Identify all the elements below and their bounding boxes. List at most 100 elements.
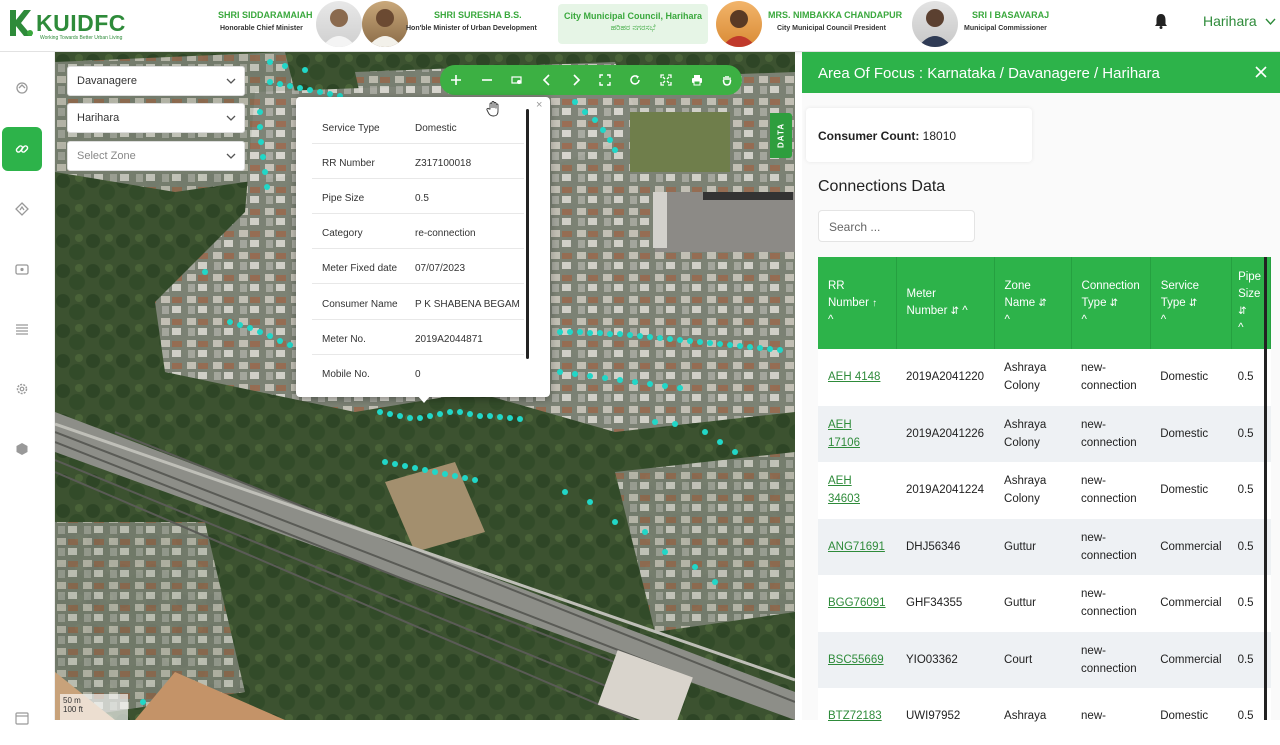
- popup-value: 07/07/2023: [415, 263, 466, 274]
- chevron-up-icon[interactable]: ^: [1161, 314, 1166, 326]
- chevron-up-icon[interactable]: ^: [1005, 314, 1010, 326]
- rr-number-link[interactable]: BGG76091: [828, 597, 886, 609]
- table-row[interactable]: ANG71691 DHJ56346 Guttur new-connection …: [818, 518, 1271, 575]
- cell-rr-number[interactable]: AEH 17106: [818, 405, 896, 462]
- chevron-up-icon[interactable]: ^: [1238, 322, 1243, 334]
- sidebar-item-billing[interactable]: [2, 247, 42, 291]
- fullscreen-icon: [660, 74, 672, 86]
- rr-number-link[interactable]: BTZ72183: [828, 710, 882, 722]
- popup-scrollbar[interactable]: [526, 109, 529, 359]
- kuidfc-logo[interactable]: KUIDFC Working Towards Better Urban Livi…: [6, 4, 136, 46]
- table-row[interactable]: BTZ72183 UWI97952 Ashraya new- Domestic …: [818, 688, 1271, 745]
- cell-service-type: Domestic: [1150, 405, 1232, 462]
- cell-rr-number[interactable]: ANG71691: [818, 518, 896, 575]
- notification-bell-icon[interactable]: [1154, 13, 1168, 29]
- sort-icon[interactable]: ⇵: [1110, 298, 1118, 309]
- rr-number-link[interactable]: ANG71691: [828, 541, 885, 553]
- chevron-up-icon[interactable]: ^: [1082, 314, 1087, 326]
- previous-extent-button[interactable]: [536, 69, 558, 91]
- fullscreen-button[interactable]: [655, 69, 677, 91]
- official-name: SRI I BASAVARAJ: [972, 10, 1050, 20]
- rr-number-link[interactable]: AEH 4148: [828, 371, 880, 383]
- zone-select[interactable]: Select Zone: [67, 141, 245, 171]
- table-scrollbar[interactable]: [1264, 257, 1267, 720]
- sidebar-item-calendar[interactable]: [2, 696, 42, 740]
- cell-service-type: Commercial: [1150, 518, 1232, 575]
- chevron-up-icon[interactable]: ^: [828, 314, 833, 326]
- council-title: City Municipal Council, Harihara: [563, 11, 703, 21]
- popup-close-button[interactable]: ×: [536, 99, 542, 111]
- search-input[interactable]: Search ...: [818, 210, 975, 242]
- logo-tagline: Working Towards Better Urban Living: [40, 35, 123, 41]
- sort-icon[interactable]: ⇵: [1238, 306, 1246, 317]
- rr-number-link[interactable]: AEH 17106: [828, 419, 860, 449]
- district-select[interactable]: Davanagere: [67, 66, 245, 96]
- logo-mark-icon: [10, 10, 33, 36]
- cell-rr-number[interactable]: BSC55669: [818, 631, 896, 688]
- official-role: Honorable Chief Minister: [220, 25, 303, 32]
- column-header-label: Number: [906, 305, 948, 317]
- column-header-service-type[interactable]: Service Type ⇵ ^: [1150, 257, 1233, 349]
- column-header-zone-name[interactable]: Zone Name ⇵ ^: [994, 257, 1072, 349]
- sidebar-item-connections[interactable]: [2, 127, 42, 171]
- cell-connection-type: new-: [1071, 688, 1151, 745]
- city-select[interactable]: Harihara: [67, 103, 245, 133]
- cell-rr-number[interactable]: BTZ72183: [818, 688, 896, 745]
- data-tab[interactable]: DATA: [770, 113, 792, 158]
- table-row[interactable]: AEH 34603 2019A2041224 Ashraya Colony ne…: [818, 462, 1271, 519]
- zoom-in-button[interactable]: [445, 69, 467, 91]
- sort-icon[interactable]: ⇵: [1038, 298, 1046, 309]
- sidebar-item-reports[interactable]: [2, 307, 42, 351]
- sidebar-item-home[interactable]: [2, 66, 42, 110]
- column-header-label: Pipe: [1238, 271, 1262, 283]
- cell-meter-number: UWI97952: [896, 688, 995, 745]
- popup-label: Consumer Name: [322, 299, 398, 310]
- table-row[interactable]: AEH 4148 2019A2041220 Ashraya Colony new…: [818, 349, 1271, 406]
- official-council-president: MRS. NIMBAKKA CHANDAPUR City Municipal C…: [714, 0, 914, 52]
- sidebar-item-directions[interactable]: [2, 187, 42, 231]
- pan-button[interactable]: [716, 69, 738, 91]
- left-sidebar: [0, 52, 55, 725]
- print-button[interactable]: [686, 69, 708, 91]
- popup-value: re-connection: [415, 228, 476, 239]
- sort-icon[interactable]: ⇵: [951, 306, 959, 317]
- sort-icon[interactable]: ↑: [872, 298, 877, 309]
- cell-rr-number[interactable]: AEH 4148: [818, 349, 896, 406]
- column-header-rr-number[interactable]: RR Number ↑ ^: [818, 257, 897, 349]
- table-header-row: RR Number ↑ ^ Meter Number ⇵ ^ Zone Name…: [818, 257, 1272, 349]
- popup-row-rr-number: RR Number Z317100018: [312, 144, 524, 179]
- chevron-up-icon[interactable]: ^: [962, 305, 967, 317]
- zoom-out-button[interactable]: [476, 69, 498, 91]
- table-row[interactable]: AEH 17106 2019A2041226 Ashraya Colony ne…: [818, 405, 1271, 462]
- chevron-right-icon: [573, 74, 581, 86]
- rr-number-link[interactable]: BSC55669: [828, 654, 884, 666]
- table-row[interactable]: BGG76091 GHF34355 Guttur new-connection …: [818, 575, 1271, 632]
- column-header-connection-type[interactable]: Connection Type ⇵ ^: [1071, 257, 1151, 349]
- chevron-left-icon: [542, 74, 550, 86]
- table-row[interactable]: BSC55669 YIO03362 Court new-connection C…: [818, 631, 1271, 688]
- cell-service-type: Domestic: [1150, 462, 1232, 519]
- cell-rr-number[interactable]: BGG76091: [818, 575, 896, 632]
- cell-rr-number[interactable]: AEH 34603: [818, 462, 896, 519]
- official-photo: [912, 1, 958, 47]
- link-icon: [15, 145, 29, 153]
- popup-row-meter-fixed-date: Meter Fixed date 07/07/2023: [312, 249, 524, 284]
- official-chief-minister: SHRI SIDDARAMAIAH Honorable Chief Minist…: [200, 0, 362, 52]
- popup-label: Service Type: [322, 123, 380, 134]
- cell-service-type: Commercial: [1150, 575, 1232, 632]
- column-header-meter-number[interactable]: Meter Number ⇵ ^: [896, 257, 995, 349]
- refresh-button[interactable]: [624, 69, 646, 91]
- full-extent-button[interactable]: [594, 69, 616, 91]
- rr-number-link[interactable]: AEH 34603: [828, 475, 860, 505]
- close-icon[interactable]: [1254, 65, 1268, 79]
- next-extent-button[interactable]: [565, 69, 587, 91]
- zoom-box-button[interactable]: [506, 69, 528, 91]
- sort-icon[interactable]: ⇵: [1189, 298, 1197, 309]
- cell-meter-number: DHJ56346: [896, 518, 995, 575]
- popup-value: 0: [415, 369, 421, 380]
- user-menu[interactable]: Harihara: [1203, 13, 1276, 29]
- sidebar-item-settings[interactable]: [2, 367, 42, 411]
- printer-icon: [692, 75, 702, 86]
- calendar-icon: [15, 712, 29, 725]
- sidebar-item-assets[interactable]: [2, 427, 42, 471]
